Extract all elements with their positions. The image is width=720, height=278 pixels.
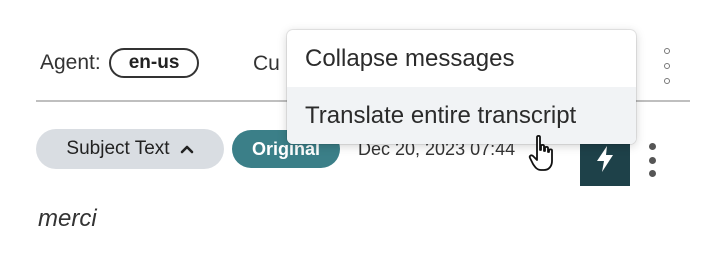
kebab-dot: [648, 156, 656, 164]
message-more-options-button[interactable]: [645, 143, 659, 177]
agent-language-row: Agent: en-us: [40, 46, 200, 80]
kebab-dot: [664, 48, 670, 54]
kebab-dot: [648, 170, 656, 177]
customer-label: Cu: [253, 52, 280, 75]
lightning-bolt-icon: [594, 145, 616, 178]
menu-item-translate-transcript[interactable]: Translate entire transcript: [287, 87, 636, 144]
subject-text-toggle[interactable]: Subject Text: [36, 129, 224, 169]
subject-text-label: Subject Text: [66, 138, 170, 159]
kebab-dot: [648, 143, 656, 150]
transcript-options-menu: Collapse messages Translate entire trans…: [287, 30, 636, 144]
kebab-dot: [664, 63, 670, 69]
message-body: merci: [38, 205, 97, 232]
transcript-more-options-button[interactable]: [660, 48, 674, 84]
chevron-up-icon: [180, 144, 194, 154]
agent-language-pill: en-us: [108, 48, 200, 78]
menu-item-collapse-messages[interactable]: Collapse messages: [287, 30, 636, 87]
agent-label: Agent:: [40, 51, 101, 74]
kebab-dot: [664, 78, 670, 84]
pointer-hand-cursor-icon: [528, 134, 558, 174]
